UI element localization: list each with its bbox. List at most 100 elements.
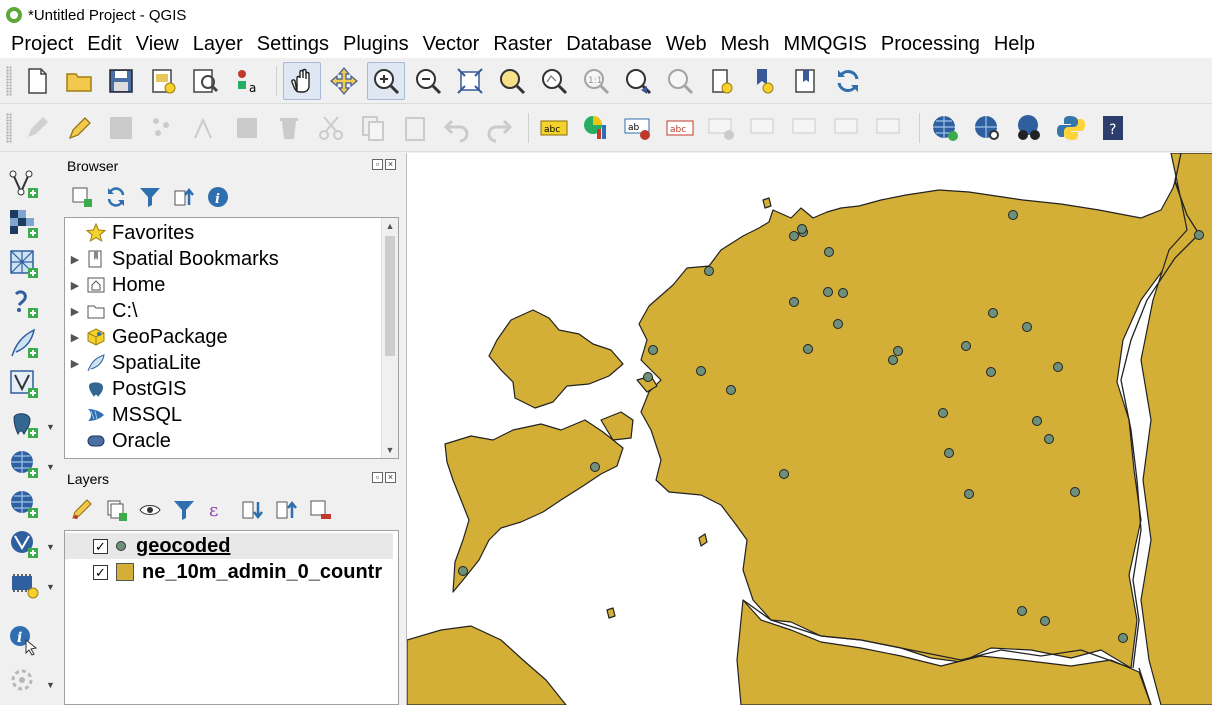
add-spatialite-layer-button[interactable] bbox=[6, 326, 42, 362]
menu-help[interactable]: Help bbox=[987, 30, 1042, 58]
layer-diagram-options-button[interactable] bbox=[577, 109, 615, 147]
collapse-all-button[interactable] bbox=[272, 496, 300, 524]
toggle-editing-button[interactable] bbox=[60, 109, 98, 147]
browser-item-geopackage[interactable]: ▶ GeoPackage bbox=[65, 324, 228, 350]
layer-row-geocoded[interactable]: ✓ geocoded bbox=[65, 533, 393, 559]
float-panel-button[interactable]: ▫ bbox=[372, 159, 383, 170]
geocoded-point[interactable] bbox=[803, 344, 813, 354]
change-label-button[interactable] bbox=[871, 109, 909, 147]
geocoded-point[interactable] bbox=[1022, 322, 1032, 332]
geocoding-binoculars-button[interactable] bbox=[1010, 109, 1048, 147]
paste-features-button[interactable] bbox=[396, 109, 434, 147]
geocoded-point[interactable] bbox=[458, 566, 468, 576]
scroll-up-icon[interactable]: ▲ bbox=[382, 218, 398, 234]
menu-view[interactable]: View bbox=[129, 30, 186, 58]
menu-database[interactable]: Database bbox=[559, 30, 659, 58]
add-wms-wmts-layer-button[interactable] bbox=[6, 446, 42, 482]
map-svg[interactable] bbox=[407, 153, 1212, 705]
add-wfs-layer-button[interactable] bbox=[6, 526, 42, 562]
add-vector-layer-button[interactable] bbox=[6, 166, 42, 202]
geocoded-point[interactable] bbox=[938, 408, 948, 418]
geocoded-point[interactable] bbox=[986, 367, 996, 377]
zoom-out-button[interactable] bbox=[409, 62, 447, 100]
geocoded-point[interactable] bbox=[893, 346, 903, 356]
geocoded-point[interactable] bbox=[964, 489, 974, 499]
add-mesh-layer-button[interactable] bbox=[6, 246, 42, 282]
copy-features-button[interactable] bbox=[354, 109, 392, 147]
refresh-button[interactable] bbox=[829, 62, 867, 100]
undo-button[interactable] bbox=[438, 109, 476, 147]
toolbar-grip[interactable] bbox=[6, 65, 12, 96]
style-manager-button[interactable]: a bbox=[228, 62, 266, 100]
rotate-label-button[interactable] bbox=[829, 109, 867, 147]
metasearch-button[interactable] bbox=[968, 109, 1006, 147]
geocoded-point[interactable] bbox=[1044, 434, 1054, 444]
browser-item-c-drive[interactable]: ▶ C:\ bbox=[65, 298, 138, 324]
cut-features-button[interactable] bbox=[312, 109, 350, 147]
run-feature-action-button[interactable] bbox=[6, 664, 42, 700]
new-spatial-bookmark-button[interactable] bbox=[703, 62, 741, 100]
browser-item-spatial-bookmarks[interactable]: ▶ Spatial Bookmarks bbox=[65, 246, 279, 272]
geocoded-point[interactable] bbox=[1194, 230, 1204, 240]
zoom-next-button[interactable] bbox=[661, 62, 699, 100]
remove-layer-button[interactable] bbox=[306, 496, 334, 524]
chevron-down-icon[interactable]: ▼ bbox=[46, 462, 55, 472]
browser-item-spatialite[interactable]: ▶ SpatiaLite bbox=[65, 350, 201, 376]
expand-all-button[interactable] bbox=[238, 496, 266, 524]
menu-processing[interactable]: Processing bbox=[874, 30, 987, 58]
add-group-button[interactable] bbox=[102, 496, 130, 524]
menu-layer[interactable]: Layer bbox=[186, 30, 250, 58]
pan-map-button[interactable] bbox=[283, 61, 321, 100]
geocoded-point[interactable] bbox=[1070, 487, 1080, 497]
filter-browser-button[interactable] bbox=[136, 183, 164, 211]
menu-raster[interactable]: Raster bbox=[486, 30, 559, 58]
geocoded-point[interactable] bbox=[833, 319, 843, 329]
chevron-down-icon[interactable]: ▼ bbox=[46, 582, 55, 592]
float-panel-button[interactable]: ▫ bbox=[372, 472, 383, 483]
zoom-in-button[interactable] bbox=[367, 61, 405, 100]
layout-manager-button[interactable] bbox=[186, 62, 224, 100]
menu-edit[interactable]: Edit bbox=[80, 30, 128, 58]
geocoded-point[interactable] bbox=[1032, 416, 1042, 426]
map-canvas[interactable] bbox=[406, 153, 1212, 705]
refresh-browser-button[interactable] bbox=[102, 183, 130, 211]
layer-row-countries[interactable]: ✓ ne_10m_admin_0_countr bbox=[65, 559, 382, 585]
geocoded-point[interactable] bbox=[789, 231, 799, 241]
scrollbar-thumb[interactable] bbox=[385, 236, 395, 356]
browser-item-home[interactable]: ▶ Home bbox=[65, 272, 166, 298]
geocoded-point[interactable] bbox=[789, 297, 799, 307]
zoom-last-button[interactable] bbox=[619, 62, 657, 100]
add-feature-button[interactable] bbox=[144, 109, 182, 147]
filter-by-expression-button[interactable]: ε bbox=[204, 496, 232, 524]
zoom-to-layer-button[interactable] bbox=[535, 62, 573, 100]
layer-visibility-checkbox[interactable]: ✓ bbox=[93, 538, 108, 554]
geocoded-point[interactable] bbox=[1053, 362, 1063, 372]
geocoded-point[interactable] bbox=[1118, 633, 1128, 643]
expand-arrow-icon[interactable]: ▶ bbox=[65, 279, 85, 292]
highlight-pinned-labels-button[interactable]: ab bbox=[619, 109, 657, 147]
save-project-button[interactable] bbox=[102, 62, 140, 100]
add-postgis-layer-button[interactable] bbox=[6, 406, 42, 442]
geocoded-point[interactable] bbox=[648, 345, 658, 355]
bookmarks-manager-button[interactable] bbox=[787, 62, 825, 100]
scroll-down-icon[interactable]: ▼ bbox=[382, 442, 398, 458]
geocoded-point[interactable] bbox=[944, 448, 954, 458]
toggle-display-labels-button[interactable]: abc bbox=[661, 109, 699, 147]
geocoded-point[interactable] bbox=[590, 462, 600, 472]
geocoded-point[interactable] bbox=[1040, 616, 1050, 626]
pin-labels-button[interactable] bbox=[703, 109, 741, 147]
chevron-down-icon[interactable]: ▼ bbox=[46, 542, 55, 552]
geocoded-point[interactable] bbox=[797, 224, 807, 234]
new-project-button[interactable] bbox=[18, 62, 56, 100]
python-console-button[interactable] bbox=[1052, 109, 1090, 147]
geocoded-point[interactable] bbox=[643, 372, 653, 382]
add-xyz-layer-button[interactable] bbox=[6, 486, 42, 522]
identify-features-button[interactable]: i bbox=[6, 622, 42, 658]
add-selected-layers-button[interactable] bbox=[68, 183, 96, 211]
menu-plugins[interactable]: Plugins bbox=[336, 30, 416, 58]
chevron-down-icon[interactable]: ▼ bbox=[46, 680, 55, 690]
new-print-layout-button[interactable] bbox=[144, 62, 182, 100]
manage-map-themes-button[interactable] bbox=[136, 496, 164, 524]
chevron-down-icon[interactable]: ▼ bbox=[46, 422, 55, 432]
zoom-native-resolution-button[interactable]: 1:1 bbox=[577, 62, 615, 100]
